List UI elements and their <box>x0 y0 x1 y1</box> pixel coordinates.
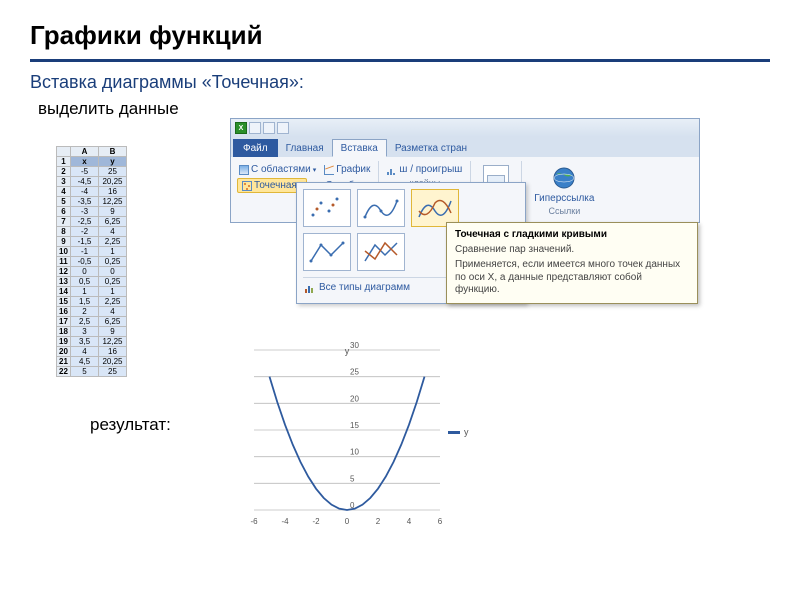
chart-area-button[interactable]: С областями▾ <box>237 163 318 176</box>
svg-text:15: 15 <box>350 421 359 430</box>
winloss-icon <box>387 165 397 175</box>
chart-type-tooltip: Точечная с гладкими кривыми Сравнение па… <box>446 222 698 304</box>
sparkline-winloss-button[interactable]: ш / проигрыш <box>385 163 464 176</box>
svg-text:20: 20 <box>350 394 359 403</box>
chart-line-button[interactable]: График <box>322 163 372 176</box>
all-charts-icon <box>305 283 315 293</box>
links-group-label: Ссылки <box>528 206 600 216</box>
svg-text:-6: -6 <box>250 517 258 526</box>
excel-data-table: A B 1xy 2-525 3-4,520,25 4-416 5-3,512,2… <box>56 146 127 377</box>
svg-text:6: 6 <box>438 517 443 526</box>
svg-text:4: 4 <box>407 517 412 526</box>
svg-text:0: 0 <box>345 517 350 526</box>
col-header-a: A <box>71 147 99 157</box>
area-chart-icon <box>239 165 249 175</box>
result-label: результат: <box>90 415 171 435</box>
scatter-smooth-markers-option[interactable] <box>357 189 405 227</box>
svg-text:-2: -2 <box>312 517 320 526</box>
col-header-b: B <box>99 147 127 157</box>
slide-title: Графики функций <box>30 20 770 51</box>
qat-save-icon[interactable] <box>249 122 261 134</box>
svg-text:-4: -4 <box>281 517 289 526</box>
excel-app-icon: X <box>235 122 247 134</box>
chevron-down-icon: ▾ <box>313 166 317 174</box>
qat-redo-icon[interactable] <box>277 122 289 134</box>
svg-text:y: y <box>464 427 469 437</box>
subtitle: Вставка диаграммы «Точечная»: <box>30 72 770 93</box>
globe-icon <box>551 165 577 191</box>
tooltip-subtitle: Сравнение пар значений. <box>455 244 689 255</box>
line-chart-icon <box>324 165 334 175</box>
svg-text:2: 2 <box>376 517 381 526</box>
scatter-straight-option[interactable] <box>357 233 405 271</box>
tab-page-layout[interactable]: Разметка стран <box>387 139 475 157</box>
tooltip-title: Точечная с гладкими кривыми <box>455 229 689 240</box>
title-underline <box>30 59 770 62</box>
tooltip-body: Применяется, если имеется много точек да… <box>455 259 689 297</box>
scatter-markers-option[interactable] <box>303 189 351 227</box>
svg-text:5: 5 <box>350 474 355 483</box>
tab-home[interactable]: Главная <box>278 139 332 157</box>
ribbon-group-links: Гиперссылка Ссылки <box>526 161 606 218</box>
tab-file[interactable]: Файл <box>233 139 278 157</box>
qat-undo-icon[interactable] <box>263 122 275 134</box>
scatter-chart-icon <box>242 181 252 191</box>
svg-text:10: 10 <box>350 448 359 457</box>
svg-text:30: 30 <box>350 341 359 350</box>
tab-insert[interactable]: Вставка <box>332 139 387 157</box>
scatter-straight-markers-option[interactable] <box>303 233 351 271</box>
hyperlink-button[interactable]: Гиперссылка <box>528 163 600 206</box>
result-chart: 051015202530-6-4-20246yy <box>230 340 490 530</box>
step-select-data: выделить данные <box>38 99 770 119</box>
svg-text:y: y <box>345 346 350 356</box>
svg-text:25: 25 <box>350 368 359 377</box>
